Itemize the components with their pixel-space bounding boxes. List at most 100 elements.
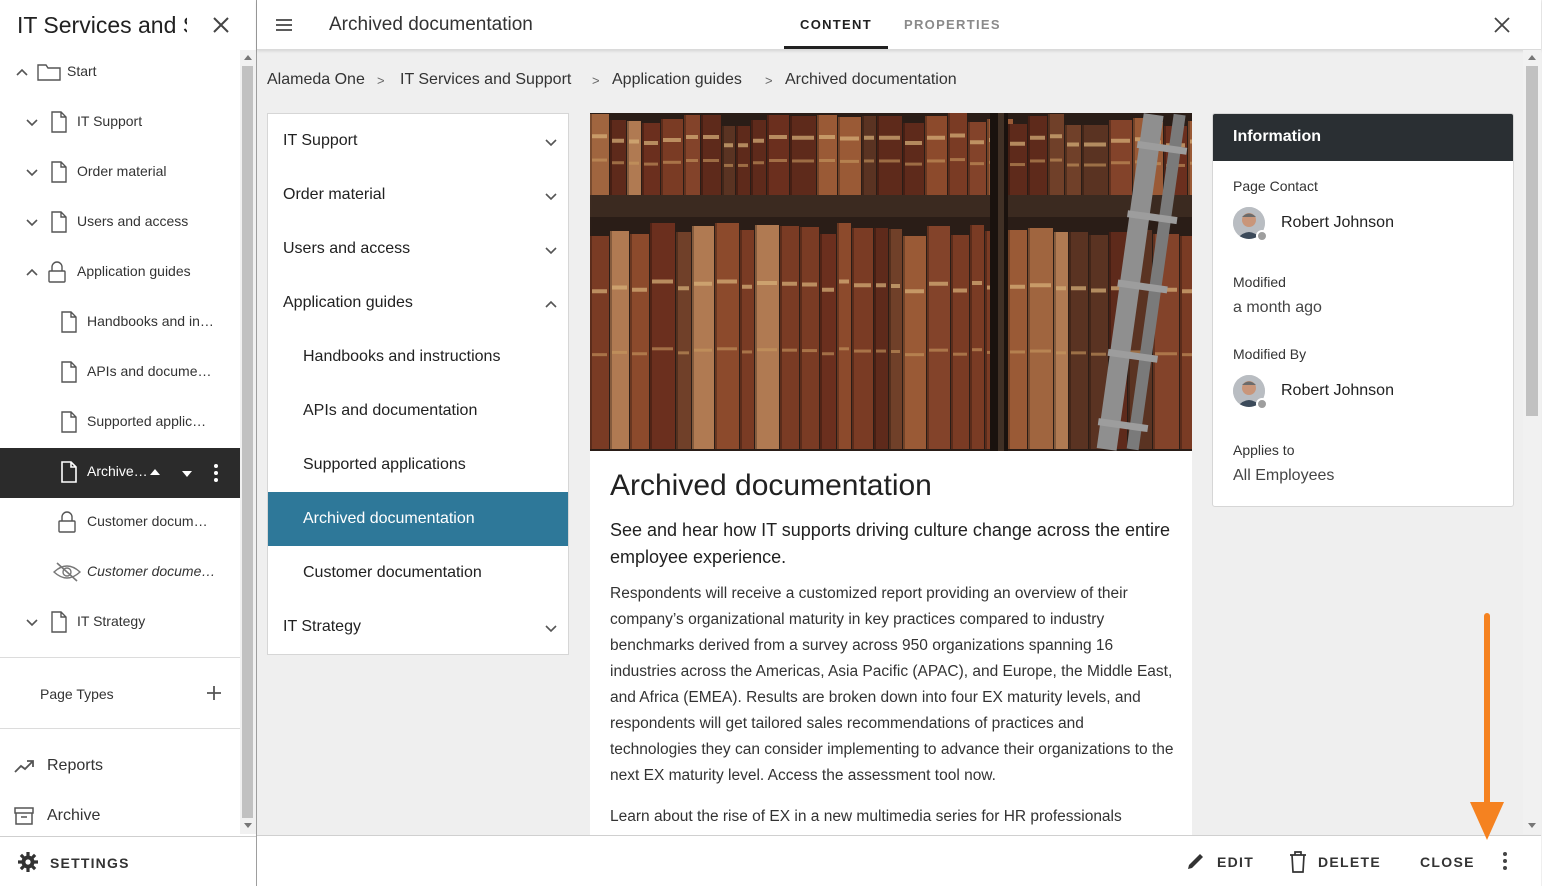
more-actions-button[interactable] xyxy=(1495,836,1515,886)
tree-item-label: Archive… xyxy=(87,463,148,479)
scroll-up-arrow-icon[interactable] xyxy=(1528,55,1536,60)
tree-item-customer-documentation-locked[interactable]: Customer docum… xyxy=(0,498,240,546)
tree-item-it-support[interactable]: IT Support xyxy=(0,98,240,146)
scroll-down-arrow-icon[interactable] xyxy=(1528,823,1536,828)
chevron-up-icon[interactable] xyxy=(544,297,558,311)
page-navigation: IT Support Order material Users and acce… xyxy=(267,113,569,655)
page-types-section: Page Types xyxy=(0,668,240,720)
nav-item-label: IT Support xyxy=(283,132,358,149)
page-icon xyxy=(58,310,80,334)
tree-item-users-and-access[interactable]: Users and access xyxy=(0,198,240,246)
applies-to-value: All Employees xyxy=(1233,467,1335,484)
nav-item-users-and-access[interactable]: Users and access xyxy=(268,222,568,276)
page-title: Archived documentation xyxy=(329,14,533,35)
tree-item-order-material[interactable]: Order material xyxy=(0,148,240,196)
tree-item-it-strategy[interactable]: IT Strategy xyxy=(0,598,240,646)
chevron-down-icon[interactable] xyxy=(544,189,558,203)
sidebar: IT Services and Support Start IT Support… xyxy=(0,0,257,886)
more-vertical-icon[interactable] xyxy=(210,463,222,483)
lock-icon xyxy=(46,260,68,284)
chevron-down-icon[interactable] xyxy=(24,114,40,130)
close-icon[interactable] xyxy=(1491,14,1513,36)
move-up-icon[interactable] xyxy=(148,465,162,479)
nav-item-application-guides[interactable]: Application guides xyxy=(268,276,568,330)
move-down-icon[interactable] xyxy=(180,467,194,481)
tree-item-label: Handbooks and in… xyxy=(87,313,214,329)
sidebar-scrollbar[interactable] xyxy=(240,50,256,834)
tree-item-label: Customer docume… xyxy=(87,563,216,579)
page-contact-person[interactable]: Robert Johnson xyxy=(1233,207,1493,243)
hero-image-bookshelf xyxy=(590,113,1192,451)
gear-icon xyxy=(17,851,39,873)
chevron-down-icon[interactable] xyxy=(544,243,558,257)
settings-button[interactable]: SETTINGS xyxy=(0,836,256,886)
tree-item-apis[interactable]: APIs and docume… xyxy=(0,348,240,396)
tree-item-start[interactable]: Start xyxy=(0,48,240,96)
divider xyxy=(0,657,240,658)
scrollbar-thumb[interactable] xyxy=(242,66,253,818)
chevron-down-icon[interactable] xyxy=(544,135,558,149)
breadcrumb-item[interactable]: Application guides xyxy=(612,71,742,89)
sidebar-title: IT Services and Support xyxy=(17,12,187,38)
sidebar-close-icon[interactable] xyxy=(208,12,234,38)
delete-button[interactable]: DELETE xyxy=(1287,836,1380,886)
tree-item-application-guides[interactable]: Application guides xyxy=(0,248,240,296)
reports-link[interactable]: Reports xyxy=(0,744,240,788)
page-icon xyxy=(58,460,80,484)
breadcrumb-item[interactable]: Alameda One xyxy=(267,71,365,89)
chevron-up-icon[interactable] xyxy=(24,264,40,280)
nav-item-it-strategy[interactable]: IT Strategy xyxy=(268,600,568,654)
nav-item-it-support[interactable]: IT Support xyxy=(268,114,568,168)
breadcrumb-item-current: Archived documentation xyxy=(785,71,957,88)
breadcrumb-item[interactable]: IT Services and Support xyxy=(400,71,571,89)
status-badge xyxy=(1256,230,1268,242)
article-title: Archived documentation xyxy=(610,469,932,502)
sidebar-header: IT Services and Support xyxy=(0,0,256,50)
nav-item-label: Order material xyxy=(283,186,386,203)
article-body-continued: Learn about the rise of EX in a new mult… xyxy=(610,808,1122,825)
scroll-down-arrow-icon[interactable] xyxy=(244,823,252,828)
tab-content[interactable]: CONTENT xyxy=(800,17,872,32)
tree-item-label: Order material xyxy=(77,163,167,179)
top-bar: Archived documentation CONTENT PROPERTIE… xyxy=(257,0,1541,50)
edit-button[interactable]: EDIT xyxy=(1185,836,1255,886)
more-vertical-icon xyxy=(1499,850,1511,872)
hamburger-menu-icon[interactable] xyxy=(273,14,295,36)
close-button[interactable]: CLOSE xyxy=(1420,836,1480,886)
nav-item-label: Handbooks and instructions xyxy=(303,348,501,365)
tree-item-label: Users and access xyxy=(77,213,189,229)
tab-properties[interactable]: PROPERTIES xyxy=(904,17,1001,32)
page-icon xyxy=(48,610,70,634)
nav-item-archived-documentation[interactable]: Archived documentation xyxy=(268,492,568,546)
nav-item-apis[interactable]: APIs and documentation xyxy=(268,384,568,438)
nav-item-label: Archived documentation xyxy=(303,510,475,527)
nav-item-handbooks[interactable]: Handbooks and instructions xyxy=(268,330,568,384)
tree-item-label: IT Support xyxy=(77,113,143,129)
modified-by-person[interactable]: Robert Johnson xyxy=(1233,375,1493,411)
scroll-up-arrow-icon[interactable] xyxy=(244,55,252,60)
modified-value: a month ago xyxy=(1233,299,1322,316)
delete-label: DELETE xyxy=(1318,854,1382,870)
tree-item-archived-documentation[interactable]: Archive… xyxy=(0,448,240,498)
tree-item-handbooks[interactable]: Handbooks and in… xyxy=(0,298,240,346)
folder-icon xyxy=(36,60,62,84)
nav-item-order-material[interactable]: Order material xyxy=(268,168,568,222)
nav-item-label: Supported applications xyxy=(303,456,466,473)
nav-item-customer-documentation[interactable]: Customer documentation xyxy=(268,546,568,600)
chevron-down-icon[interactable] xyxy=(24,614,40,630)
information-heading: Information xyxy=(1233,128,1321,145)
scrollbar-thumb[interactable] xyxy=(1526,66,1538,416)
trash-icon xyxy=(1287,850,1309,873)
chevron-down-icon[interactable] xyxy=(24,214,40,230)
tree-item-customer-documentation-hidden[interactable]: Customer docume… xyxy=(0,548,240,596)
chevron-up-icon[interactable] xyxy=(14,64,30,80)
archive-link[interactable]: Archive xyxy=(0,794,240,838)
chevron-down-icon[interactable] xyxy=(24,164,40,180)
main-scrollbar[interactable] xyxy=(1523,50,1541,834)
tree-item-supported-applications[interactable]: Supported applic… xyxy=(0,398,240,446)
hidden-icon xyxy=(52,560,82,584)
add-page-type-icon[interactable] xyxy=(205,684,223,702)
trending-up-icon xyxy=(13,755,35,777)
nav-item-supported-applications[interactable]: Supported applications xyxy=(268,438,568,492)
chevron-down-icon[interactable] xyxy=(544,621,558,635)
